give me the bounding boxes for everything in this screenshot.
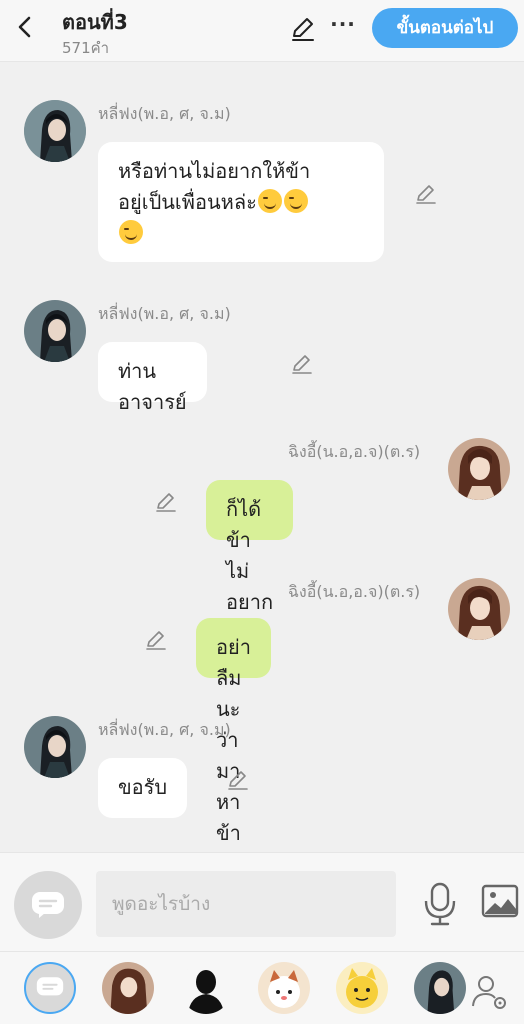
episode-title: ตอนที่3 <box>62 10 128 34</box>
character-narrator[interactable] <box>24 962 76 1014</box>
message-composer <box>0 852 524 952</box>
chat-mode-button[interactable] <box>14 871 82 939</box>
male-character-avatar-icon <box>24 716 86 778</box>
smirking-face-icon <box>119 220 143 244</box>
edit-message-icon[interactable] <box>226 768 250 792</box>
chat-bubble-icon <box>36 977 64 996</box>
message-text-line: หรือท่านไม่อยากให้ข้า <box>118 159 311 183</box>
smirking-face-icon <box>283 189 308 213</box>
image-icon[interactable] <box>480 881 520 921</box>
female-character-avatar-icon <box>102 962 154 1014</box>
message-text-line: อยู่เป็นเพื่อนหล่ะ <box>118 190 257 214</box>
edit-message-icon[interactable] <box>154 490 178 514</box>
avatar[interactable] <box>448 438 510 500</box>
next-step-button[interactable]: ขั้นตอนต่อไป <box>372 8 518 48</box>
female-character-avatar-icon <box>448 578 510 640</box>
edit-message-icon[interactable] <box>290 352 314 376</box>
message-bubble[interactable]: ขอรับ <box>98 758 188 818</box>
chevron-left-icon <box>18 16 31 38</box>
top-bar: ตอนที่3 571คำ ··· ขั้นตอนต่อไป <box>0 0 524 62</box>
edit-message-icon[interactable] <box>414 182 438 206</box>
character-avatar[interactable] <box>258 962 310 1014</box>
female-character-avatar-icon <box>448 438 510 500</box>
sender-name: หลี่ฟง(พ.อ, ศ, จ.ม) <box>98 720 231 739</box>
male-character-avatar-icon <box>24 300 86 362</box>
message-bubble[interactable]: ก็ได้ข้าไม่อยากรู้ล่ะ <box>206 480 294 645</box>
character-settings-icon[interactable] <box>470 972 510 1012</box>
sender-name: ฉิงอี้(น.อ,อ.จ)(ต.ร) <box>288 582 421 601</box>
message-bubble[interactable]: ท่านอาจารย์ <box>98 342 207 414</box>
edit-title-button[interactable] <box>288 14 318 44</box>
word-count: 571คำ <box>62 39 110 57</box>
avatar[interactable] <box>448 578 510 640</box>
edit-message-icon[interactable] <box>144 628 168 652</box>
character-avatar[interactable] <box>180 962 232 1014</box>
message-bubble[interactable]: หรือท่านไม่อยากให้ข้า อยู่เป็นเพื่อนหล่ะ <box>98 142 384 262</box>
microphone-icon[interactable] <box>420 881 460 927</box>
yellow-mascot-avatar-icon <box>336 962 388 1014</box>
chat-area: หลี่ฟง(พ.อ, ศ, จ.ม) หรือท่านไม่อยากให้ข้… <box>0 62 524 852</box>
pencil-icon <box>292 18 314 41</box>
chat-bubble-icon <box>32 892 64 918</box>
avatar[interactable] <box>24 716 86 778</box>
sender-name: ฉิงอี้(น.อ,อ.จ)(ต.ร) <box>288 442 421 461</box>
avatar[interactable] <box>24 300 86 362</box>
back-button[interactable] <box>10 12 40 42</box>
character-selector <box>0 952 524 1024</box>
male-character-avatar-icon <box>24 100 86 162</box>
character-avatar[interactable] <box>102 962 154 1014</box>
more-options-button[interactable]: ··· <box>330 12 356 42</box>
male-character-avatar-icon <box>414 962 466 1014</box>
silhouette-avatar-icon <box>180 962 232 1014</box>
message-bubble[interactable]: อย่าลืมนะว่ามาหาข้า <box>196 618 271 845</box>
avatar[interactable] <box>24 100 86 162</box>
character-avatar[interactable] <box>414 962 466 1014</box>
cat-mascot-avatar-icon <box>258 962 310 1014</box>
sender-name: หลี่ฟง(พ.อ, ศ, จ.ม) <box>98 104 231 123</box>
sender-name: หลี่ฟง(พ.อ, ศ, จ.ม) <box>98 304 231 323</box>
message-input[interactable] <box>96 871 396 937</box>
smirking-face-icon <box>257 189 282 213</box>
character-avatar[interactable] <box>336 962 388 1014</box>
